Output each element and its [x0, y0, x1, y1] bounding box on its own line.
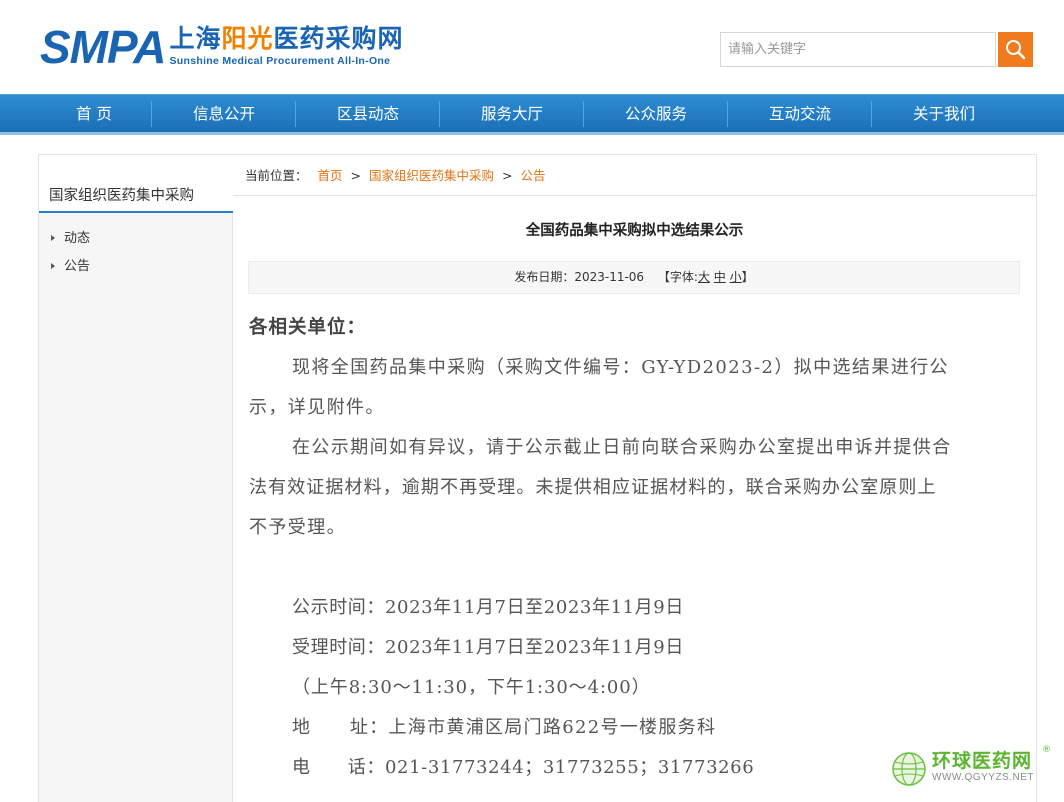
breadcrumb-current-link[interactable]: 公告	[520, 168, 545, 183]
logo-chinese-name: 上海阳光医药采购网	[170, 24, 404, 54]
font-size-suffix: 】	[741, 270, 754, 284]
nav-item-service-hall[interactable]: 服务大厅	[440, 95, 584, 133]
logo-english-name: Sunshine Medical Procurement All-In-One	[169, 55, 391, 67]
search-button[interactable]	[998, 32, 1033, 67]
search-icon	[1006, 40, 1026, 60]
sidebar: 国家组织医药集中采购 动态 公告	[38, 154, 233, 802]
sidebar-item-news[interactable]: 动态	[51, 227, 90, 246]
font-size-prefix: 【字体:	[657, 270, 698, 284]
nav-item-public-service[interactable]: 公众服务	[584, 95, 728, 133]
watermark: 环球医药网 ® WWW.QGYYZS.NET	[890, 745, 1060, 796]
article-paragraph-line: 示，详见附件。	[249, 397, 385, 418]
watermark-url: WWW.QGYYZS.NET	[932, 772, 1034, 783]
logo-text-block: 上海阳光医药采购网 Sunshine Medical Procurement A…	[170, 24, 404, 67]
font-size-large-link[interactable]: 大	[698, 270, 710, 284]
main-content: 当前位置： 首页 > 国家组织医药集中采购 > 公告 全国药品集中采购拟中选结果…	[233, 154, 1037, 802]
font-size-small-link[interactable]: 小	[730, 270, 742, 284]
font-size-medium-link[interactable]: 中	[714, 270, 726, 284]
article-paragraph-line: 不予受理。	[249, 517, 346, 538]
nav-item-info-disclosure[interactable]: 信息公开	[152, 95, 296, 133]
breadcrumb: 当前位置： 首页 > 国家组织医药集中采购 > 公告	[233, 155, 1036, 196]
sidebar-title: 国家组织医药集中采购	[49, 188, 194, 204]
search-box	[720, 32, 1033, 67]
nav-item-home[interactable]: 首 页	[22, 95, 166, 133]
publish-date: 2023-11-06	[574, 270, 645, 284]
sidebar-item-label: 公告	[64, 259, 91, 274]
article-paragraph-line: 现将全国药品集中采购（采购文件编号：GY-YD2023-2）拟中选结果进行公	[292, 357, 949, 378]
caret-right-icon	[51, 262, 55, 269]
registered-mark: ®	[1042, 745, 1051, 755]
sidebar-header: 国家组织医药集中采购	[39, 155, 233, 213]
nav-item-district-news[interactable]: 区县动态	[296, 95, 440, 133]
site-header: SMPA 上海阳光医药采购网 Sunshine Medical Procurem…	[0, 0, 1064, 94]
watermark-name: 环球医药网	[932, 750, 1033, 772]
address: 地 址：上海市黄浦区局门路622号一楼服务科	[292, 717, 717, 738]
nav-item-about-us[interactable]: 关于我们	[872, 95, 1016, 133]
acceptance-period: 受理时间：2023年11月7日至2023年11月9日	[292, 637, 684, 658]
main-nav: 首 页 信息公开 区县动态 服务大厅 公众服务 互动交流 关于我们	[0, 94, 1064, 135]
breadcrumb-category-link[interactable]: 国家组织医药集中采购	[369, 168, 494, 183]
article-greeting: 各相关单位：	[249, 317, 367, 338]
caret-right-icon	[51, 234, 55, 241]
article-paragraph-line: 法有效证据材料，逾期不再受理。未提供相应证据材料的，联合采购办公室原则上	[249, 477, 937, 498]
sidebar-item-announcement[interactable]: 公告	[51, 255, 90, 274]
breadcrumb-prefix: 当前位置：	[245, 168, 308, 183]
site-logo[interactable]: SMPA 上海阳光医药采购网 Sunshine Medical Procurem…	[40, 24, 404, 74]
telephone: 电 话：021-31773244；31773255；31773266	[292, 757, 755, 778]
breadcrumb-separator: >	[350, 168, 361, 183]
logo-cn-part3: 医药采购网	[273, 24, 404, 53]
publicity-period: 公示时间：2023年11月7日至2023年11月9日	[292, 597, 684, 618]
office-hours: （上午8:30～11:30，下午1:30～4:00）	[292, 677, 651, 698]
article-title: 全国药品集中采购拟中选结果公示	[525, 223, 744, 239]
globe-icon	[892, 752, 926, 786]
publish-date-label: 发布日期：	[514, 270, 575, 284]
article-meta: 发布日期：2023-11-06 【字体:大 中 小】	[248, 261, 1020, 294]
breadcrumb-home-link[interactable]: 首页	[318, 168, 343, 183]
nav-item-interaction[interactable]: 互动交流	[728, 95, 872, 133]
logo-cn-part2: 阳光	[221, 24, 274, 53]
search-input[interactable]	[720, 32, 996, 67]
breadcrumb-separator: >	[501, 168, 513, 183]
sidebar-item-label: 动态	[64, 231, 91, 246]
logo-cn-part1: 上海	[169, 24, 222, 53]
article-paragraph-line: 在公示期间如有异议，请于公示截止日前向联合采购办公室提出申诉并提供合	[292, 437, 952, 458]
logo-smpa-text: SMPA	[40, 21, 166, 73]
